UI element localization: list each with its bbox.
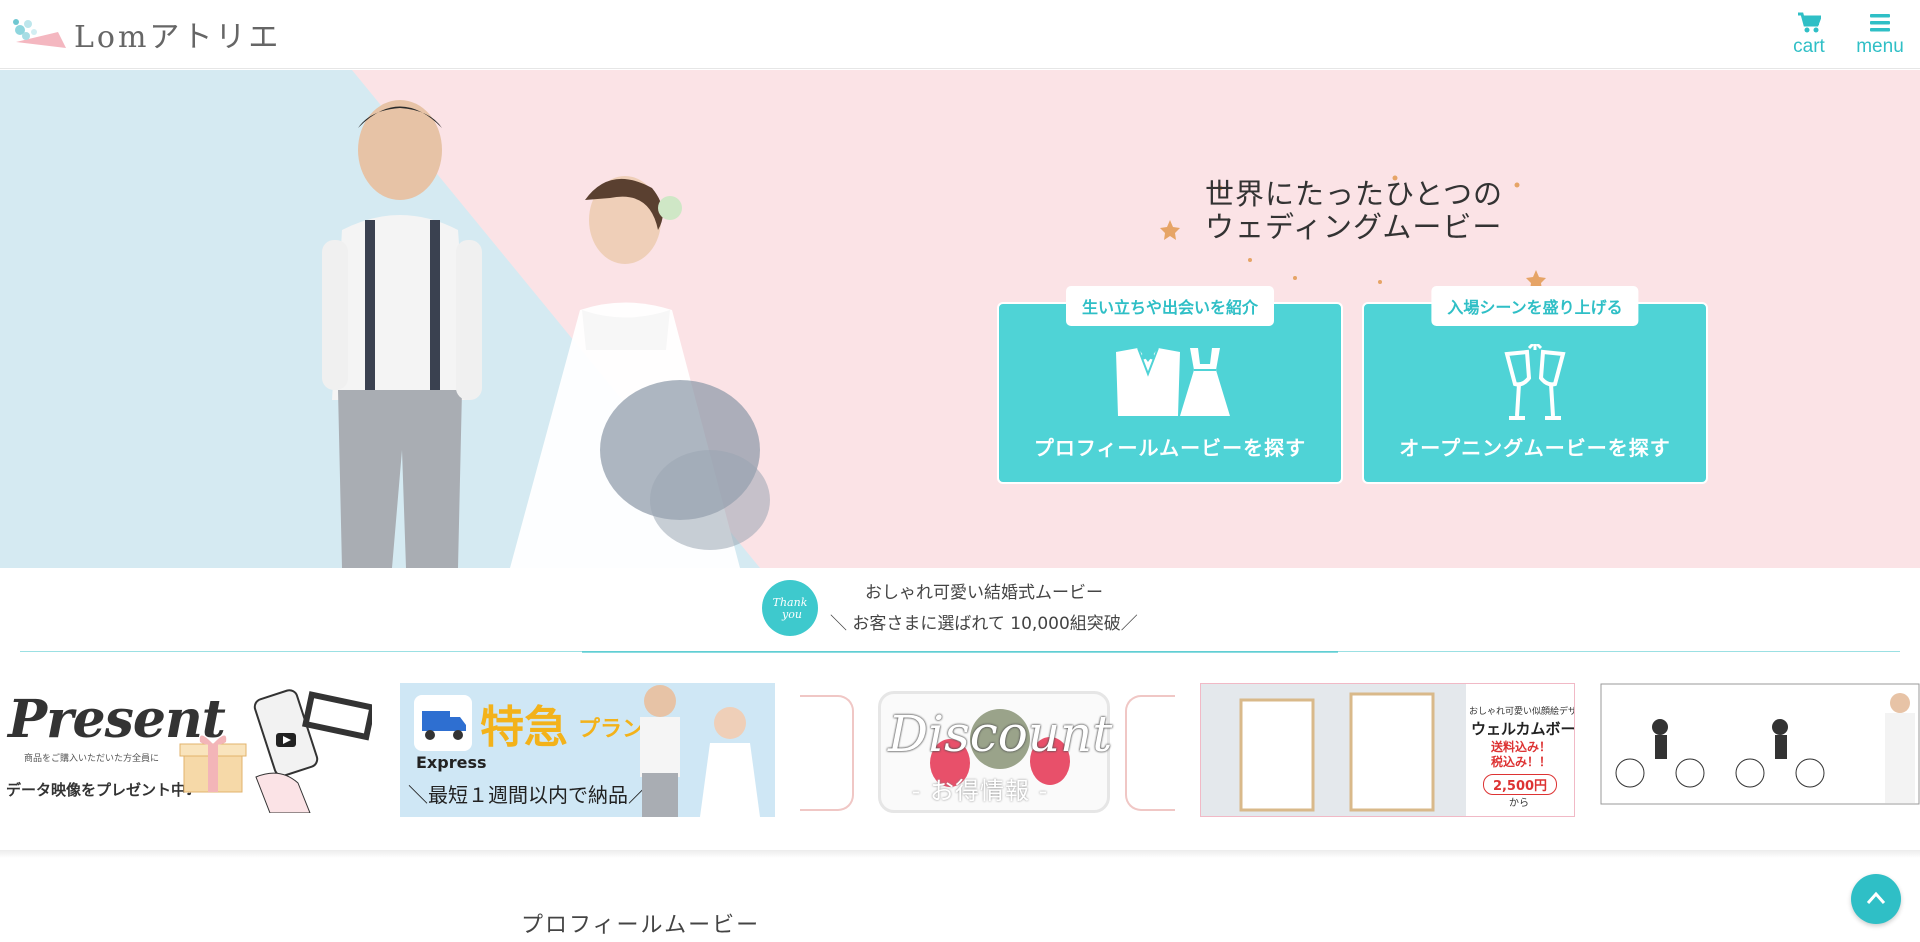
express-headline: 特急: [480, 702, 568, 753]
gift-box-icon: [179, 735, 247, 793]
welcome-board-banner[interactable]: おしゃれ可愛い似顔絵デザイン ウェルカムボード 送料込み！ 税込み！！ 2,50…: [1200, 683, 1575, 817]
site-logo[interactable]: Lomアトリエ: [8, 12, 281, 56]
cart-label: cart: [1793, 36, 1825, 57]
carousel-peek-left: [800, 695, 854, 811]
cart-icon: [1798, 12, 1821, 33]
tagline-line-2: ウェディングムービー: [1205, 210, 1503, 244]
cart-button[interactable]: cart: [1777, 12, 1841, 58]
card-tag: 生い立ちや出会いを紹介: [1065, 286, 1275, 326]
thanks-band: Thank you おしゃれ可愛い結婚式ムービー ＼ お客さまに選ばれて 10,…: [0, 568, 1920, 652]
profile-movie-card[interactable]: 生い立ちや出会いを紹介 プロフィールムービーを探す: [997, 286, 1343, 484]
present-small-text: 商品をご購入いただいた方全員に: [24, 754, 160, 764]
couple-photo: [640, 685, 760, 817]
menu-button[interactable]: menu: [1848, 12, 1912, 58]
present-main-text: データ映像をプレゼント中♪: [6, 781, 196, 799]
welcome-board-photo: [1201, 684, 1466, 816]
welcome-price-from: から: [1509, 798, 1529, 809]
welcome-small-text: おしゃれ可愛い似顔絵デザイン: [1469, 707, 1574, 717]
bicycle-couple-illustration: [1600, 683, 1920, 805]
section-title: プロフィールムービー: [521, 913, 761, 938]
carousel-peek-right: [1125, 695, 1175, 811]
section-divider-accent: [582, 651, 1338, 653]
card-title: プロフィールムービーを探す: [1033, 436, 1307, 460]
menu-label: menu: [1856, 36, 1904, 57]
chevron-up-icon: [1866, 891, 1886, 904]
discount-banner[interactable]: Discount - お得情報 -: [800, 683, 1175, 817]
express-plan-banner[interactable]: 特急 プラン Express ＼最短１週間以内で納品／: [400, 683, 775, 817]
tuxedo-dress-icon: [1116, 347, 1230, 416]
phone-video-icon: [253, 689, 372, 813]
opening-movie-card[interactable]: 入場シーンを盛り上げる オープニングムービーを探す: [1362, 286, 1708, 484]
tshirt-banner[interactable]: [1600, 683, 1920, 817]
welcome-price: 2,500円: [1483, 774, 1557, 795]
welcome-shipping-text: 送料込み！ 税込み！！: [1491, 740, 1552, 769]
bouquet-logo-icon: [13, 19, 66, 48]
card-title: オープニングムービーを探す: [1399, 436, 1671, 460]
tagline-line-1: 世界にたったひとつの: [1205, 177, 1503, 211]
thank-you-badge-icon: Thank you: [762, 580, 818, 636]
logo-wordmark: Lomアトリエ: [74, 20, 282, 55]
site-header: Lomアトリエ cart menu: [0, 0, 1920, 69]
welcome-title: ウェルカムボード: [1471, 720, 1575, 738]
present-banner[interactable]: Present 商品をご購入いただいた方全員に データ映像をプレゼント中♪: [0, 683, 375, 817]
svg-text:you: you: [781, 608, 802, 621]
hamburger-menu-icon: [1870, 14, 1890, 32]
delivery-truck-icon: [414, 695, 472, 751]
scroll-to-top-button[interactable]: [1851, 874, 1901, 924]
thanks-line-1: おしゃれ可愛い結婚式ムービー: [865, 583, 1103, 603]
card-tag: 入場シーンを盛り上げる: [1431, 286, 1639, 326]
hero-section: 世界にたったひとつの ウェディングムービー 生い立ちや出会いを紹介 プロフィール…: [0, 70, 1920, 568]
thanks-line-2: ＼ お客さまに選ばれて 10,000組突破／: [830, 614, 1138, 634]
express-label: Express: [416, 753, 487, 772]
discount-subtitle: - お得情報 -: [911, 777, 1049, 805]
champagne-toast-icon: [1504, 344, 1566, 420]
bride-and-groom-photo: [322, 100, 770, 568]
hero-tagline: 世界にたったひとつの ウェディングムービー: [1205, 178, 1503, 244]
promo-banner-carousel: Present 商品をご購入いただいた方全員に データ映像をプレゼント中♪ 特急…: [0, 683, 1920, 817]
express-note: ＼最短１週間以内で納品／: [408, 783, 648, 807]
discount-title: Discount: [888, 705, 1113, 763]
section-shadow: [0, 850, 1920, 858]
